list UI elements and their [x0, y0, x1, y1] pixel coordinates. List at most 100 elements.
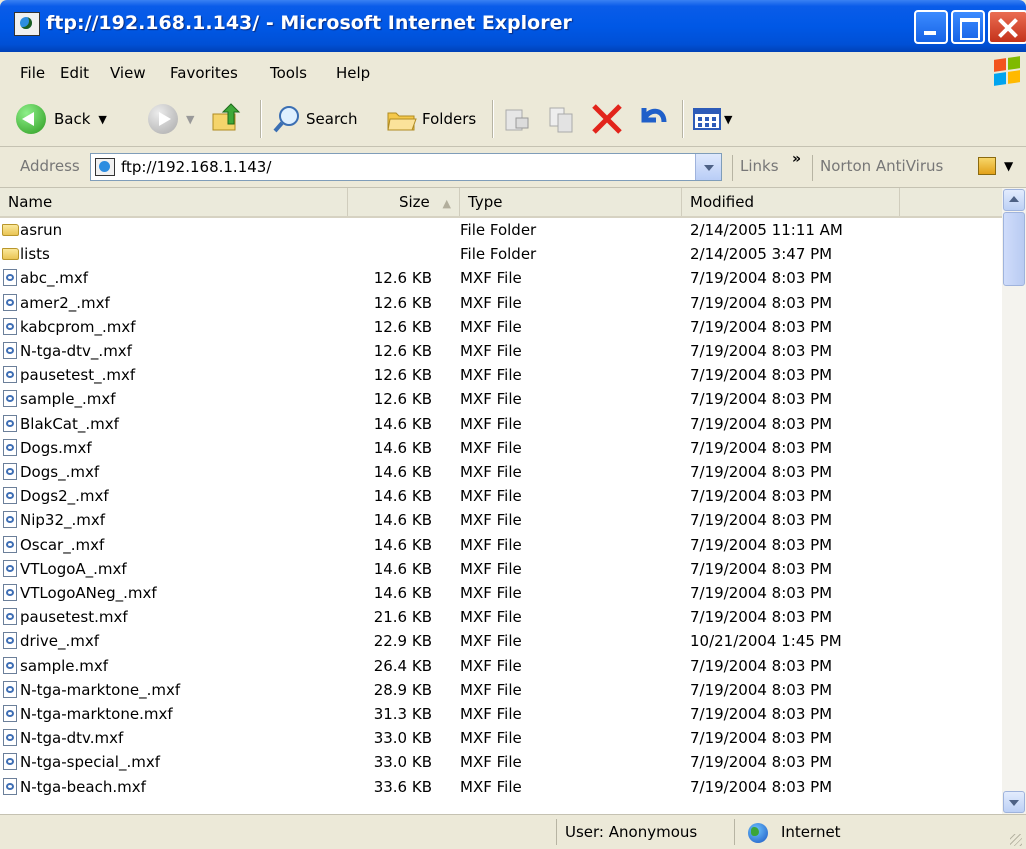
table-row[interactable]: abc_.mxf 12.6 KB MXF File 7/19/2004 8:03 PM: [0, 266, 1002, 290]
table-row[interactable]: Dogs2_.mxf 14.6 KB MXF File 7/19/2004 8:03 …: [0, 484, 1002, 508]
table-row[interactable]: VTLogoANeg_.mxf 14.6 KB MXF File 7/19/2004 …: [0, 581, 1002, 605]
file-size: 31.3 KB: [373, 705, 432, 723]
scroll-down-button[interactable]: [1003, 791, 1025, 813]
table-row[interactable]: pausetest_.mxf 12.6 KB MXF File 7/19/2004 8…: [0, 363, 1002, 387]
table-row[interactable]: N-tga-marktone.mxf 31.3 KB MXF File 7/19/20…: [0, 702, 1002, 726]
file-size: 14.6 KB: [373, 438, 432, 457]
table-row[interactable]: drive_.mxf 22.9 KB MXF File 10/21/2004 1:45…: [0, 629, 1002, 653]
file-size: 12.6 KB: [373, 342, 432, 360]
file-size: 26.4 KB: [373, 656, 432, 675]
menu-view[interactable]: View: [110, 64, 146, 82]
delete-button[interactable]: [590, 100, 624, 138]
views-button[interactable]: ▼: [692, 100, 732, 138]
table-row[interactable]: N-tga-special_.mxf 33.0 KB MXF File 7/19/20…: [0, 750, 1002, 774]
table-row[interactable]: sample.mxf 26.4 KB MXF File 7/19/2004 8:03 …: [0, 654, 1002, 678]
table-row[interactable]: pausetest.mxf 21.6 KB MXF File 7/19/2004 8:…: [0, 605, 1002, 629]
table-row[interactable]: Dogs_.mxf 14.6 KB MXF File 7/19/2004 8:03 P…: [0, 460, 1002, 484]
scroll-thumb[interactable]: [1003, 212, 1025, 286]
status-zone: Internet: [734, 819, 1014, 845]
menu-help[interactable]: Help: [336, 64, 370, 82]
file-type: MXF File: [460, 414, 522, 433]
table-row[interactable]: N-tga-dtv.mxf 33.0 KB MXF File 7/19/2004 8:…: [0, 726, 1002, 750]
forward-arrow-icon: [148, 104, 178, 134]
folders-button[interactable]: Folders: [386, 100, 476, 138]
file-modified: 7/19/2004 8:03 PM: [690, 705, 833, 723]
table-row[interactable]: Oscar_.mxf 14.6 KB MXF File 7/19/2004 8:03 …: [0, 533, 1002, 557]
address-dropdown-button[interactable]: [695, 154, 721, 180]
table-row[interactable]: sample_.mxf 12.6 KB MXF File 7/19/2004 8:03…: [0, 387, 1002, 411]
scroll-up-button[interactable]: [1003, 189, 1025, 211]
table-row[interactable]: VTLogoA_.mxf 14.6 KB MXF File 7/19/2004 8:0…: [0, 557, 1002, 581]
column-blank: [900, 188, 1002, 216]
table-row[interactable]: N-tga-beach.mxf 33.6 KB MXF File 7/19/2004 …: [0, 775, 1002, 799]
table-row[interactable]: kabcprom_.mxf 12.6 KB MXF File 7/19/2004 8:…: [0, 315, 1002, 339]
file-size: 21.6 KB: [373, 608, 432, 627]
views-dropdown-icon[interactable]: ▼: [724, 113, 732, 126]
norton-dropdown-icon[interactable]: ▼: [1004, 159, 1013, 173]
forward-button[interactable]: ▼: [148, 100, 194, 138]
file-size: 12.6 KB: [373, 366, 432, 385]
search-button[interactable]: Search: [272, 100, 358, 138]
table-row[interactable]: lists File Folder 2/14/2005 3:47 PM: [0, 242, 1002, 266]
move-to-button[interactable]: [502, 100, 532, 138]
file-type: MXF File: [460, 342, 522, 360]
back-button[interactable]: Back ▼: [16, 100, 107, 138]
file-type: MXF File: [460, 632, 522, 651]
up-folder-button[interactable]: [210, 100, 244, 138]
chevron-more-icon[interactable]: »: [792, 151, 801, 167]
file-type: MXF File: [460, 680, 522, 699]
title-bar[interactable]: ftp://192.168.1.143/ - Microsoft Interne…: [0, 0, 1026, 52]
address-value[interactable]: ftp://192.168.1.143/: [121, 158, 271, 176]
copy-to-button[interactable]: [546, 100, 576, 138]
file-size: 12.6 KB: [373, 269, 432, 288]
table-row[interactable]: Nip32_.mxf 14.6 KB MXF File 7/19/2004 8:03 …: [0, 508, 1002, 532]
file-type: File Folder: [460, 245, 537, 264]
undo-button[interactable]: [636, 100, 670, 138]
menu-edit[interactable]: Edit: [60, 64, 89, 82]
column-name[interactable]: Name: [0, 188, 348, 216]
status-pane-main: [0, 819, 556, 845]
menu-file[interactable]: File: [20, 64, 45, 82]
back-arrow-icon: [16, 104, 46, 134]
internet-globe-icon: [748, 823, 768, 843]
move-to-icon: [505, 109, 529, 131]
menu-tools[interactable]: Tools: [270, 64, 307, 82]
address-input[interactable]: ftp://192.168.1.143/: [90, 153, 722, 181]
table-row[interactable]: amer2_.mxf 12.6 KB MXF File 7/19/2004 8:03 …: [0, 291, 1002, 315]
table-row[interactable]: N-tga-dtv_.mxf 12.6 KB MXF File 7/19/2004 8…: [0, 339, 1002, 363]
column-modified[interactable]: Modified: [682, 188, 900, 216]
vertical-scrollbar[interactable]: [1002, 188, 1026, 814]
column-size[interactable]: Size ▲: [348, 188, 460, 216]
file-size: 33.0 KB: [373, 729, 432, 748]
file-modified: 7/19/2004 8:03 PM: [690, 487, 833, 506]
search-label: Search: [306, 110, 358, 128]
toolbar-separator: [682, 100, 683, 138]
file-size: 14.6 KB: [373, 463, 432, 481]
file-type: MXF File: [460, 269, 522, 288]
column-type[interactable]: Type: [460, 188, 682, 216]
file-type: MXF File: [460, 390, 522, 409]
close-button[interactable]: [988, 10, 1026, 44]
file-modified: 7/19/2004 8:03 PM: [690, 584, 833, 602]
window-title: ftp://192.168.1.143/ - Microsoft Interne…: [46, 12, 572, 34]
file-type: MXF File: [460, 317, 522, 336]
links-button[interactable]: Links: [740, 157, 779, 175]
minimize-button[interactable]: [914, 10, 948, 44]
norton-antivirus-button[interactable]: Norton AntiVirus: [820, 157, 943, 175]
file-size: 33.0 KB: [373, 753, 432, 772]
maximize-button[interactable]: [951, 10, 985, 44]
column-header: Name Size ▲ Type Modified: [0, 188, 1002, 218]
table-row[interactable]: N-tga-marktone_.mxf 28.9 KB MXF File 7/19/2…: [0, 678, 1002, 702]
table-row[interactable]: asrun File Folder 2/14/2005 11:11 AM: [0, 218, 1002, 242]
menu-favorites[interactable]: Favorites: [170, 64, 238, 82]
file-list[interactable]: Name Size ▲ Type Modified asrun File Fold…: [0, 188, 1002, 814]
file-modified: 7/19/2004 8:03 PM: [690, 317, 833, 336]
back-dropdown-icon[interactable]: ▼: [98, 113, 106, 126]
table-row[interactable]: BlakCat_.mxf 14.6 KB MXF File 7/19/2004 8:0…: [0, 412, 1002, 436]
forward-dropdown-icon[interactable]: ▼: [186, 113, 194, 126]
file-name: lists: [20, 245, 50, 264]
file-type: MXF File: [460, 559, 522, 578]
table-row[interactable]: Dogs.mxf 14.6 KB MXF File 7/19/2004 8:03 PM: [0, 436, 1002, 460]
file-size: 12.6 KB: [373, 317, 432, 336]
resize-grip[interactable]: [1010, 834, 1022, 846]
